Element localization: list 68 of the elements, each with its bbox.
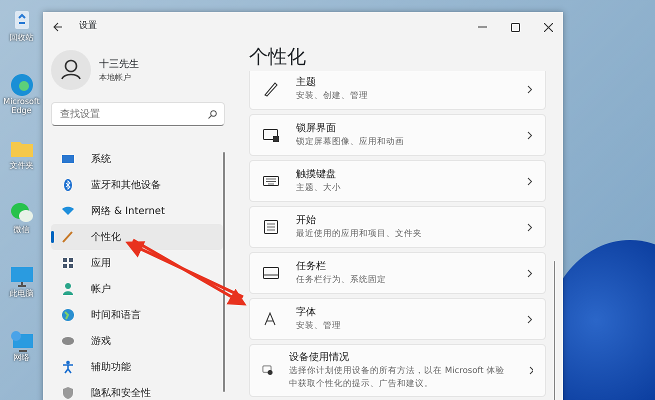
sidebar-item[interactable]: 辅助功能 xyxy=(51,354,223,380)
sidebar-item[interactable]: 帐户 xyxy=(51,276,223,302)
window-title: 设置 xyxy=(79,20,97,34)
card-subtitle: 最近使用的应用和项目、文件夹 xyxy=(296,228,423,241)
chevron-icon xyxy=(526,268,533,278)
minimize-icon[interactable] xyxy=(478,26,487,28)
card-subtitle: 主题、大小 xyxy=(296,182,342,195)
card-subtitle: 安装、管理 xyxy=(296,320,342,333)
avatar-icon xyxy=(51,50,91,90)
chevron-icon xyxy=(526,176,533,186)
sidebar-item[interactable]: 蓝牙和其他设备 xyxy=(51,172,223,198)
wifi-icon xyxy=(61,204,75,218)
settings-card[interactable]: 锁屏界面 锁定屏幕图像、应用和动画 xyxy=(249,114,546,156)
card-title: 触摸键盘 xyxy=(296,168,337,182)
card-subtitle: 任务栏行为、系统固定 xyxy=(296,274,387,287)
person-icon xyxy=(61,282,75,296)
sidebar-item[interactable]: 网络 & Internet xyxy=(51,198,223,224)
sidebar-item[interactable]: 隐私和安全性 xyxy=(51,380,223,400)
close-icon[interactable] xyxy=(544,22,553,32)
account-type: 本地帐户 xyxy=(99,72,132,84)
card-subtitle: 安装、创建、管理 xyxy=(296,90,369,103)
card-title: 任务栏 xyxy=(296,260,327,274)
profile-name: 十三先生 xyxy=(99,58,139,72)
sidebar-item[interactable]: 个性化 xyxy=(51,224,223,250)
start-menu-icon xyxy=(262,218,280,236)
sidebar-item[interactable]: 时间和语言 xyxy=(51,302,223,328)
sidebar-item[interactable]: 系统 xyxy=(51,146,223,172)
settings-card[interactable]: 主题 安装、创建、管理 xyxy=(249,71,546,110)
globe-icon xyxy=(61,308,75,322)
settings-card[interactable]: 字体 安装、管理 xyxy=(249,298,546,340)
card-title: 主题 xyxy=(296,76,317,90)
page-heading: 个性化 xyxy=(249,48,307,67)
gamepad-icon xyxy=(61,334,75,348)
display-icon xyxy=(61,152,75,166)
brush-icon xyxy=(61,230,75,244)
settings-card[interactable]: 任务栏 任务栏行为、系统固定 xyxy=(249,252,546,294)
network-icon[interactable] xyxy=(8,328,34,354)
selection-indicator xyxy=(51,231,54,243)
card-title: 锁屏界面 xyxy=(296,122,337,136)
settings-card[interactable]: 设备使用情况 选择你计划使用设备的所有方法，以在 Microsoft 体验中获取个性化的提示、广告和建议。 xyxy=(249,344,546,396)
brush-icon xyxy=(262,80,280,98)
card-subtitle: 选择你计划使用设备的所有方法，以在 Microsoft 体验中获取个性化的提示、广告和建议。 xyxy=(289,365,506,390)
chevron-icon xyxy=(526,130,533,140)
lock-screen-icon xyxy=(262,126,280,144)
bluetooth-icon xyxy=(61,178,75,192)
card-title: 字体 xyxy=(296,306,317,320)
taskbar-icon xyxy=(262,264,280,282)
back-icon[interactable] xyxy=(53,22,63,32)
chevron-icon xyxy=(526,84,533,94)
chevron-icon xyxy=(526,314,533,324)
accessibility-icon xyxy=(61,360,75,374)
settings-card[interactable]: 开始 最近使用的应用和项目、文件夹 xyxy=(249,206,546,248)
sidebar-item[interactable]: 应用 xyxy=(51,250,223,276)
settings-card[interactable]: 触摸键盘 主题、大小 xyxy=(249,160,546,202)
card-title: 设备使用情况 xyxy=(289,350,350,365)
scrollbar[interactable] xyxy=(554,261,555,400)
card-subtitle: 锁定屏幕图像、应用和动画 xyxy=(296,136,405,149)
computer-icon[interactable] xyxy=(8,264,34,290)
chevron-icon xyxy=(528,366,533,375)
sidebar-item[interactable]: 游戏 xyxy=(51,328,223,354)
apps-icon xyxy=(61,256,75,270)
scrollbar[interactable] xyxy=(223,152,225,392)
maximize-icon[interactable] xyxy=(511,22,520,32)
chevron-icon xyxy=(526,222,533,232)
search-field[interactable]: 查找设置 xyxy=(51,102,225,126)
card-title: 开始 xyxy=(296,214,317,228)
search-icon xyxy=(208,110,217,119)
shield-icon xyxy=(61,386,75,400)
